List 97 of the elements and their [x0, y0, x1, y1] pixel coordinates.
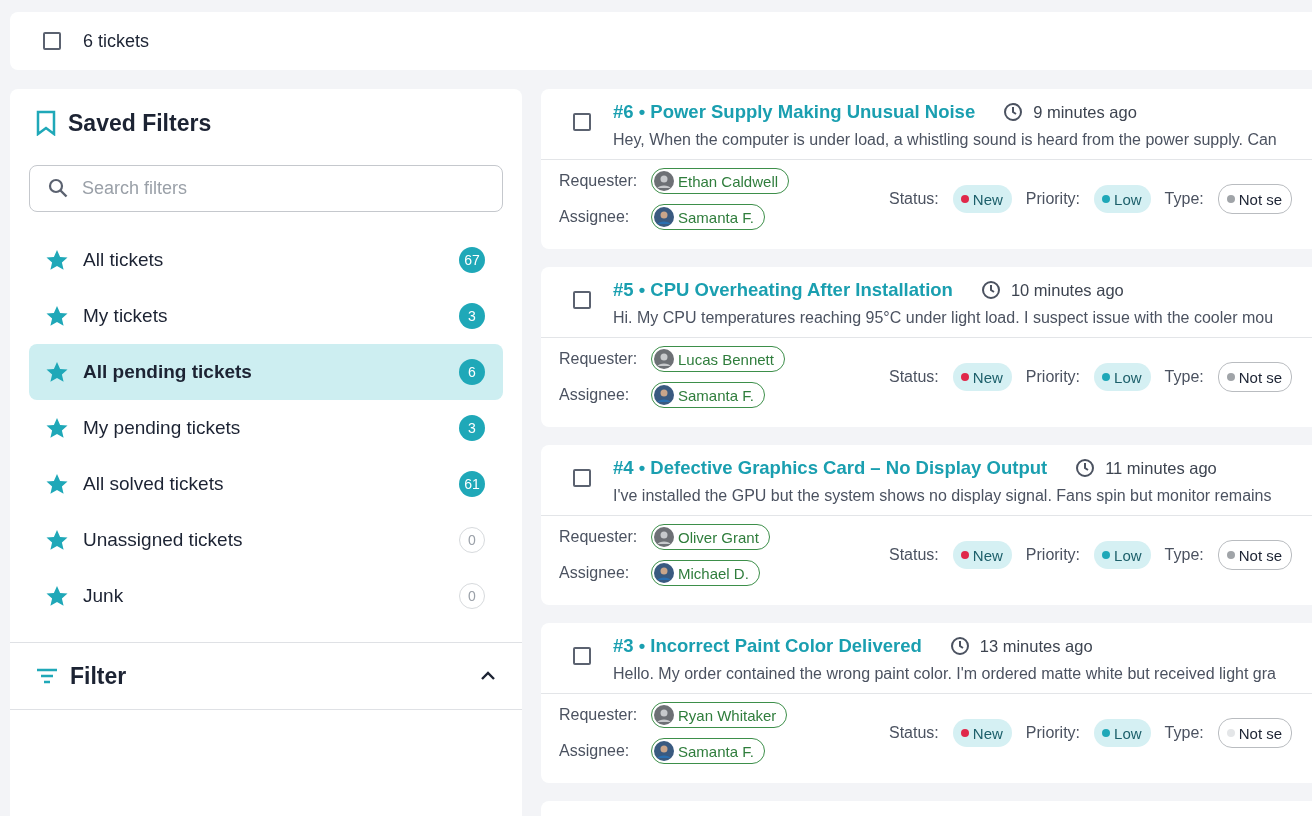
- filter-item[interactable]: All pending tickets 6: [29, 344, 503, 400]
- status-tag[interactable]: New: [952, 363, 1012, 391]
- avatar-icon: [654, 527, 674, 547]
- clock-icon: [1075, 458, 1096, 478]
- ticket-preview: I've installed the GPU but the system shows no display signal. Fans spin but monitor remains: [613, 487, 1272, 505]
- assignee-label: Assignee:: [559, 564, 631, 582]
- filter-item[interactable]: Junk 0: [29, 568, 503, 624]
- ticket-checkbox[interactable]: [573, 469, 591, 487]
- type-tag[interactable]: Not se: [1217, 362, 1293, 392]
- count-badge: 67: [459, 247, 485, 273]
- filter-label: All pending tickets: [83, 361, 253, 383]
- filter-label: All solved tickets: [83, 473, 225, 495]
- star-icon: [45, 360, 69, 384]
- star-icon: [45, 304, 69, 328]
- clock-icon: [1003, 102, 1024, 122]
- type-tag[interactable]: Not se: [1217, 718, 1293, 748]
- type-tag[interactable]: Not se: [1217, 540, 1293, 570]
- ticket-title-link[interactable]: #3 • Incorrect Paint Color Delivered: [613, 635, 922, 657]
- type-tag[interactable]: Not se: [1217, 184, 1293, 214]
- status-label: Status:: [889, 546, 939, 564]
- count-badge: 0: [459, 527, 485, 553]
- filter-item[interactable]: All tickets 67: [29, 232, 503, 288]
- filter-label: Junk: [83, 585, 125, 607]
- filter-section-header[interactable]: Filter: [10, 642, 522, 710]
- ticket-count: 6 tickets: [83, 30, 150, 52]
- requester-label: Requester:: [559, 172, 639, 190]
- ticket-time: 10 minutes ago: [1010, 280, 1124, 300]
- star-icon: [45, 248, 69, 272]
- type-label: Type:: [1164, 368, 1204, 386]
- filter-item[interactable]: All solved tickets 61: [29, 456, 503, 512]
- ticket-title-link[interactable]: #5 • CPU Overheating After Installation: [613, 279, 953, 301]
- count-badge: 6: [459, 359, 485, 385]
- avatar-icon: [654, 741, 674, 761]
- avatar-icon: [654, 705, 674, 725]
- ticket-time: 13 minutes ago: [979, 636, 1093, 656]
- assignee-label: Assignee:: [559, 386, 631, 404]
- bookmark-icon: [36, 110, 56, 136]
- priority-label: Priority:: [1025, 546, 1081, 564]
- filter-label: All tickets: [83, 249, 165, 271]
- avatar-icon: [654, 385, 674, 405]
- priority-label: Priority:: [1025, 368, 1081, 386]
- count-badge: 3: [459, 303, 485, 329]
- ticket-title-link[interactable]: #4 • Defective Graphics Card – No Display Output: [613, 457, 1048, 479]
- ticket-title-link[interactable]: #6 • Power Supply Making Unusual Noise: [613, 101, 976, 123]
- filter-icon: [36, 667, 58, 685]
- ticket-preview: Hello. My order contained the wrong paint color. I'm ordered matte white but received light gra: [613, 665, 1276, 683]
- priority-label: Priority:: [1025, 190, 1081, 208]
- requester-label: Requester:: [559, 350, 639, 368]
- type-label: Type:: [1164, 724, 1204, 742]
- star-icon: [45, 528, 69, 552]
- ticket-preview: Hey, When the computer is under load, a whistling sound is heard from the power supply. Can: [613, 131, 1277, 149]
- ticket-preview: Hi. My CPU temperatures reaching 95°C under light load. I suspect issue with the cooler mou: [613, 309, 1274, 327]
- search-icon: [48, 178, 68, 198]
- requester-label: Requester:: [559, 528, 639, 546]
- ticket-checkbox[interactable]: [573, 647, 591, 665]
- type-label: Type:: [1164, 546, 1204, 564]
- ticket-time: 11 minutes ago: [1105, 458, 1217, 478]
- status-label: Status:: [889, 724, 939, 742]
- avatar-icon: [654, 349, 674, 369]
- count-badge: 0: [459, 583, 485, 609]
- ticket-checkbox[interactable]: [573, 291, 591, 309]
- search-field[interactable]: Search filters: [29, 165, 503, 212]
- status-label: Status:: [889, 190, 939, 208]
- avatar-icon: [654, 563, 674, 583]
- requester-label: Requester:: [559, 706, 639, 724]
- priority-tag[interactable]: Low: [1094, 541, 1151, 569]
- filter-title: Filter: [70, 662, 128, 690]
- filter-label: My pending tickets: [83, 417, 242, 439]
- status-tag[interactable]: New: [952, 185, 1012, 213]
- filter-item[interactable]: My tickets 3: [29, 288, 503, 344]
- clock-icon: [949, 636, 970, 656]
- ticket-time: 9 minutes ago: [1033, 102, 1137, 122]
- assignee-label: Assignee:: [559, 742, 631, 760]
- avatar-icon: [654, 207, 674, 227]
- sidebar-title: Saved Filters: [68, 109, 212, 137]
- count-badge: 3: [459, 415, 485, 441]
- count-badge: 61: [459, 471, 485, 497]
- star-icon: [45, 472, 69, 496]
- avatar-icon: [654, 171, 674, 191]
- status-tag[interactable]: New: [952, 541, 1012, 569]
- type-label: Type:: [1164, 190, 1204, 208]
- filter-label: Unassigned tickets: [83, 529, 244, 551]
- status-label: Status:: [889, 368, 939, 386]
- status-tag[interactable]: New: [952, 719, 1012, 747]
- assignee-label: Assignee:: [559, 208, 631, 226]
- clock-icon: [980, 280, 1001, 300]
- priority-tag[interactable]: Low: [1094, 185, 1151, 213]
- priority-label: Priority:: [1025, 724, 1081, 742]
- filter-item[interactable]: Unassigned tickets 0: [29, 512, 503, 568]
- priority-tag[interactable]: Low: [1094, 719, 1151, 747]
- priority-tag[interactable]: Low: [1094, 363, 1151, 391]
- filter-item[interactable]: My pending tickets 3: [29, 400, 503, 456]
- select-all-checkbox[interactable]: [43, 32, 61, 50]
- star-icon: [45, 584, 69, 608]
- filter-label: My tickets: [83, 305, 169, 327]
- ticket-checkbox[interactable]: [573, 113, 591, 131]
- star-icon: [45, 416, 69, 440]
